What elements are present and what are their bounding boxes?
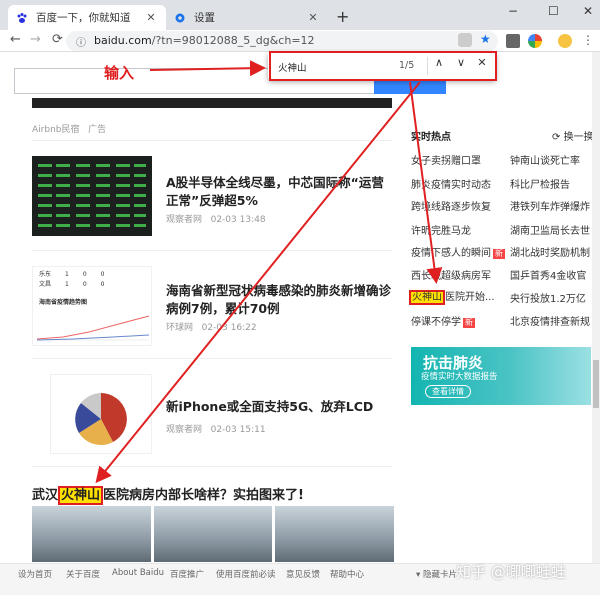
footer-link[interactable]: 设为首页 [18, 568, 52, 580]
chevron-down-icon: ▾ [416, 570, 421, 580]
arrow [95, 81, 421, 484]
find-bar-highlight-box [269, 51, 497, 81]
footer-link[interactable]: 使用百度前必读 [216, 568, 276, 580]
footer-link[interactable]: About Baidu [112, 568, 164, 578]
scrollbar[interactable] [592, 52, 600, 563]
arrow [149, 60, 266, 77]
scrollbar-thumb[interactable] [593, 360, 599, 408]
footer-link[interactable]: 意见反馈 [286, 568, 320, 580]
watermark: 知乎 @唧唧蛙蛙 [456, 563, 566, 581]
arrow [409, 81, 443, 284]
footer-link[interactable]: 帮助中心 [330, 568, 364, 580]
annotation-arrows [95, 51, 497, 484]
collapse-cards-button[interactable]: ▾ 隐藏卡片 [416, 568, 457, 580]
footer-link[interactable]: 关于百度 [66, 568, 100, 580]
footer-link[interactable]: 百度推广 [170, 568, 204, 580]
